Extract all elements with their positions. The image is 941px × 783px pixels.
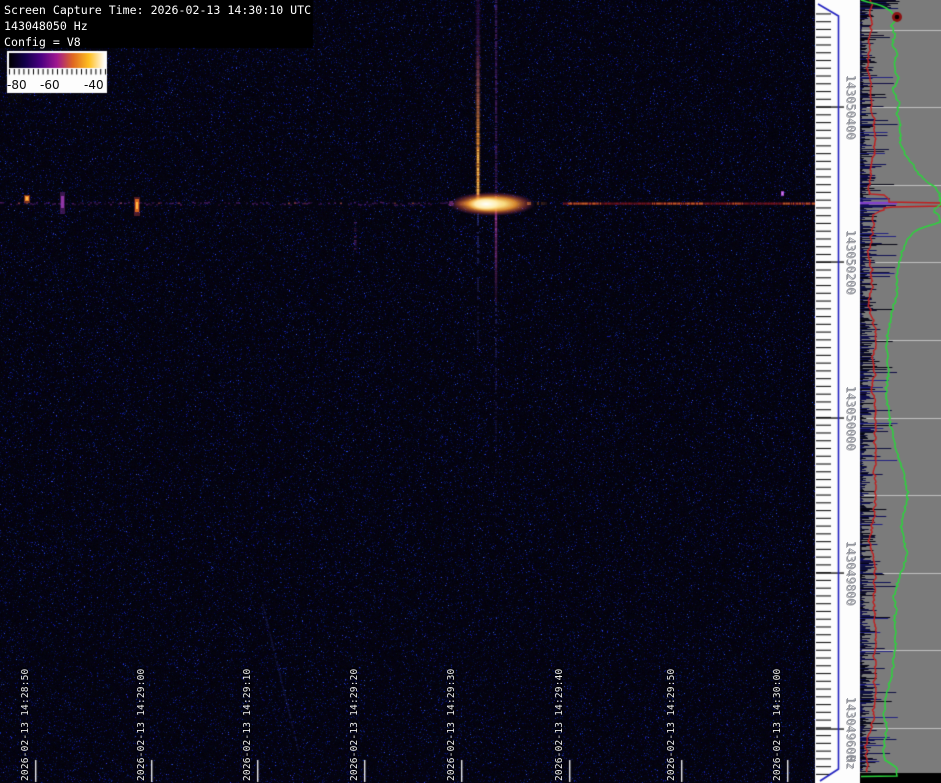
spectrum-graph-panel[interactable] — [860, 0, 941, 783]
frequency-scale[interactable] — [815, 0, 860, 783]
screen-capture-window: Screen Capture Time: 2026-02-13 14:30:10… — [0, 0, 941, 783]
waterfall-display[interactable] — [0, 0, 815, 783]
